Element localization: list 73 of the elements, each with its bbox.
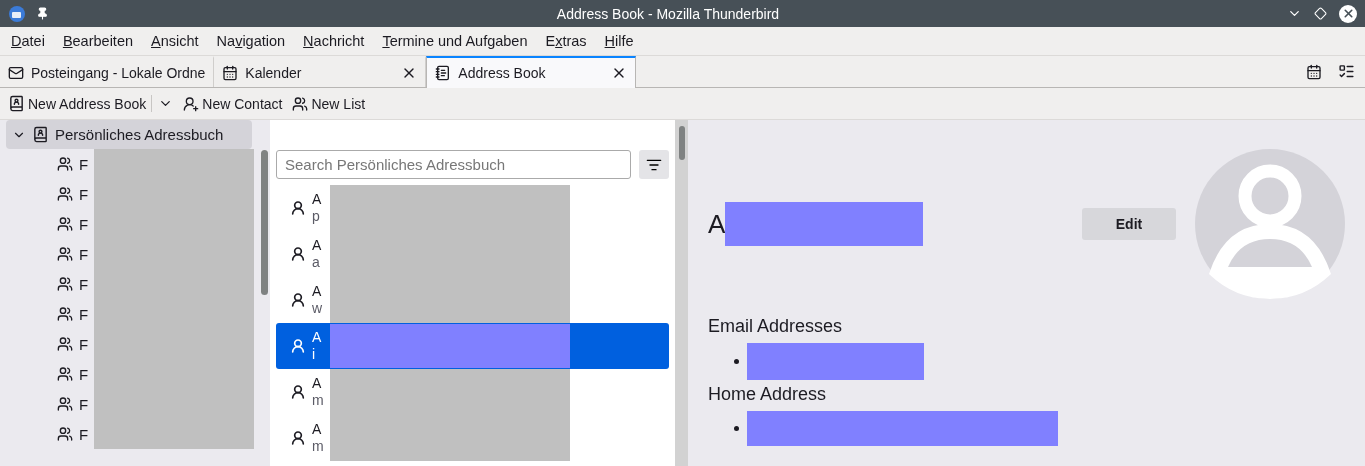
- tree-label: Persönliches Adressbuch: [55, 126, 224, 143]
- toolbar-button[interactable]: New Address Book: [6, 95, 153, 112]
- search-field[interactable]: Search Persönliches Adressbuch: [276, 150, 631, 179]
- tree-label[interactable]: F: [79, 365, 89, 383]
- contact-row[interactable]: A w: [276, 277, 669, 323]
- contact-row[interactable]: A p: [276, 185, 669, 231]
- toolbar-button[interactable]: New List: [290, 95, 368, 112]
- edit-button[interactable]: Edit: [1082, 208, 1176, 240]
- contact-name: A: [708, 208, 726, 240]
- person-icon: [290, 200, 306, 216]
- person-icon: [290, 338, 306, 354]
- tree-item[interactable]: Persönliches Adressbuch: [6, 120, 252, 149]
- people-icon: [292, 95, 309, 112]
- menu-item[interactable]: Navigation: [209, 33, 297, 49]
- address-book-icon: [32, 126, 49, 143]
- add-person-icon: [183, 95, 200, 112]
- menu-item[interactable]: Hilfe: [597, 33, 645, 49]
- people-icon: [57, 306, 73, 322]
- people-icon: [57, 216, 73, 232]
- tree-label[interactable]: F: [79, 275, 89, 293]
- contact-row[interactable]: A i: [276, 323, 669, 369]
- contact-row[interactable]: A a: [276, 231, 669, 277]
- address-book-icon: [8, 95, 25, 112]
- tab[interactable]: Posteingang - Lokale Ordne: [0, 56, 215, 87]
- people-icon: [57, 426, 73, 442]
- menu-item[interactable]: Ansicht: [144, 33, 210, 49]
- menu-item[interactable]: Termine und Aufgaben: [375, 33, 539, 49]
- scrollbar-thumb[interactable]: [678, 126, 685, 160]
- calendar-icon: [222, 64, 239, 81]
- people-icon: [57, 186, 73, 202]
- people-icon: [57, 336, 73, 352]
- avatar-icon: [1195, 149, 1345, 299]
- inbox-icon: [8, 64, 24, 81]
- task-list-icon[interactable]: [1338, 63, 1355, 80]
- tree-label[interactable]: F: [79, 245, 89, 263]
- menu-item[interactable]: Extras: [538, 33, 598, 49]
- people-icon: [57, 276, 73, 292]
- scrollbar-thumb[interactable]: [260, 150, 268, 295]
- sort-button[interactable]: [639, 150, 669, 179]
- close-button[interactable]: [1339, 4, 1357, 23]
- menu-item[interactable]: Datei: [4, 33, 56, 49]
- tree-label[interactable]: F: [79, 425, 89, 443]
- person-icon: [290, 246, 306, 262]
- section-heading: Email Addresses: [708, 316, 844, 337]
- bullet-icon: [734, 359, 739, 364]
- app-logo-icon: [8, 4, 26, 23]
- section-heading: Home Address: [708, 384, 828, 405]
- tree-label[interactable]: F: [79, 215, 89, 233]
- toolbar-button[interactable]: New Contact: [181, 95, 285, 112]
- close-icon: [1341, 7, 1355, 20]
- tree-label[interactable]: F: [79, 185, 89, 203]
- people-icon: [57, 246, 73, 262]
- bullet-icon: [734, 426, 739, 431]
- tree-label[interactable]: F: [79, 155, 89, 173]
- tree-label[interactable]: F: [79, 305, 89, 323]
- people-icon: [57, 156, 73, 172]
- maximize-icon[interactable]: [1314, 7, 1327, 20]
- notebook-icon: [435, 65, 452, 81]
- people-icon: [57, 396, 73, 412]
- pin-icon[interactable]: [36, 7, 49, 20]
- menu-item[interactable]: Nachricht: [296, 33, 376, 49]
- calendar-icon[interactable]: [1306, 63, 1322, 80]
- tab[interactable]: Address Book: [426, 56, 637, 88]
- person-icon: [290, 384, 306, 400]
- people-icon: [57, 366, 73, 382]
- contact-row[interactable]: A m: [276, 415, 669, 461]
- menu-item[interactable]: Bearbeiten: [55, 33, 144, 49]
- person-icon: [290, 430, 306, 446]
- tree-label[interactable]: F: [79, 395, 89, 413]
- tree-label[interactable]: F: [79, 335, 89, 353]
- person-icon: [290, 292, 306, 308]
- window-title: Address Book - Mozilla Thunderbird: [555, 5, 781, 22]
- contact-row[interactable]: A m: [276, 369, 669, 415]
